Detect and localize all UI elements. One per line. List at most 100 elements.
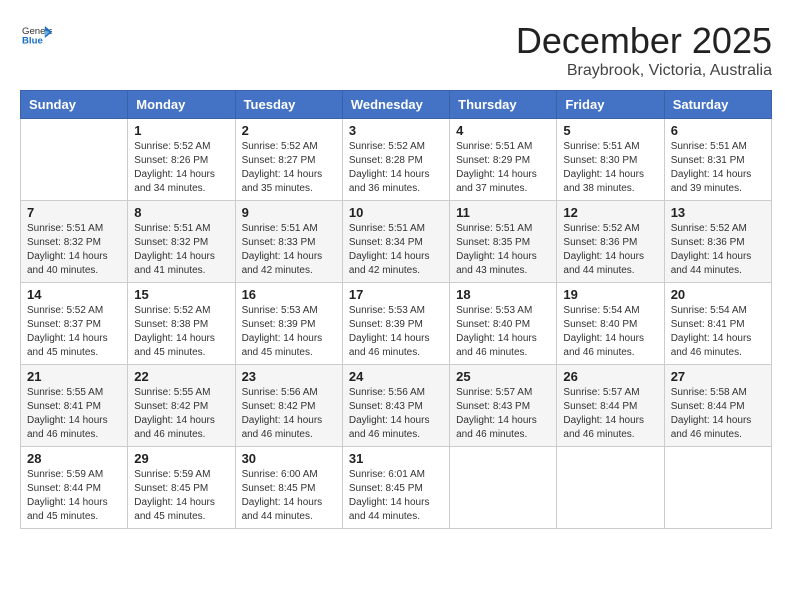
calendar-cell: 11Sunrise: 5:51 AM Sunset: 8:35 PM Dayli… xyxy=(450,201,557,283)
calendar-cell: 2 Sunrise: 5:52 AM Sunset: 8:27 PM Daylig… xyxy=(235,119,342,201)
day-number: 14 xyxy=(27,287,121,302)
weekday-header-row: SundayMondayTuesdayWednesdayThursdayFrid… xyxy=(21,91,772,119)
day-number: 26 xyxy=(563,369,657,384)
calendar-cell xyxy=(664,447,771,529)
day-info: Sunrise: 5:54 AM Sunset: 8:40 PM Dayligh… xyxy=(563,304,657,360)
day-number: 28 xyxy=(27,451,121,466)
day-number: 22 xyxy=(134,369,228,384)
day-number: 9 xyxy=(242,205,336,220)
title-block: December 2025 Braybrook, Victoria, Austr… xyxy=(516,20,772,80)
calendar-cell: 8 Sunrise: 5:51 AM Sunset: 8:32 PM Daylig… xyxy=(128,201,235,283)
day-info: Sunrise: 5:53 AM Sunset: 8:39 PM Dayligh… xyxy=(242,304,336,360)
calendar-cell: 3 Sunrise: 5:52 AM Sunset: 8:28 PM Daylig… xyxy=(342,119,449,201)
day-info: Sunrise: 5:53 AM Sunset: 8:40 PM Dayligh… xyxy=(456,304,550,360)
calendar-cell: 26 Sunrise: 5:57 AM Sunset: 8:44 PM Dayli… xyxy=(557,365,664,447)
day-info: Sunrise: 5:52 AM Sunset: 8:28 PM Dayligh… xyxy=(349,140,443,196)
day-number: 25 xyxy=(456,369,550,384)
calendar-cell: 15 Sunrise: 5:52 AM Sunset: 8:38 PM Dayli… xyxy=(128,283,235,365)
calendar-cell: 21 Sunrise: 5:55 AM Sunset: 8:41 PM Dayli… xyxy=(21,365,128,447)
day-number: 2 xyxy=(242,123,336,138)
logo-icon: General Blue xyxy=(22,20,52,50)
calendar-cell: 6Sunrise: 5:51 AM Sunset: 8:31 PM Daylig… xyxy=(664,119,771,201)
day-info: Sunrise: 5:55 AM Sunset: 8:42 PM Dayligh… xyxy=(134,386,228,442)
day-info: Sunrise: 5:51 AM Sunset: 8:34 PM Dayligh… xyxy=(349,222,443,278)
day-number: 16 xyxy=(242,287,336,302)
week-row-5: 28 Sunrise: 5:59 AM Sunset: 8:44 PM Dayli… xyxy=(21,447,772,529)
day-info: Sunrise: 5:52 AM Sunset: 8:27 PM Dayligh… xyxy=(242,140,336,196)
day-number: 13 xyxy=(671,205,765,220)
weekday-header-saturday: Saturday xyxy=(664,91,771,119)
calendar-cell: 22 Sunrise: 5:55 AM Sunset: 8:42 PM Dayli… xyxy=(128,365,235,447)
calendar-cell: 5Sunrise: 5:51 AM Sunset: 8:30 PM Daylig… xyxy=(557,119,664,201)
day-info: Sunrise: 5:59 AM Sunset: 8:44 PM Dayligh… xyxy=(27,468,121,524)
calendar-cell: 25 Sunrise: 5:57 AM Sunset: 8:43 PM Dayli… xyxy=(450,365,557,447)
calendar-cell: 20 Sunrise: 5:54 AM Sunset: 8:41 PM Dayli… xyxy=(664,283,771,365)
day-number: 21 xyxy=(27,369,121,384)
day-number: 15 xyxy=(134,287,228,302)
month-title: December 2025 xyxy=(516,20,772,62)
calendar-cell: 14 Sunrise: 5:52 AM Sunset: 8:37 PM Dayli… xyxy=(21,283,128,365)
day-info: Sunrise: 5:59 AM Sunset: 8:45 PM Dayligh… xyxy=(134,468,228,524)
calendar-cell xyxy=(21,119,128,201)
calendar-cell: 23Sunrise: 5:56 AM Sunset: 8:42 PM Dayli… xyxy=(235,365,342,447)
calendar-cell: 19 Sunrise: 5:54 AM Sunset: 8:40 PM Dayli… xyxy=(557,283,664,365)
day-number: 24 xyxy=(349,369,443,384)
calendar-cell: 9 Sunrise: 5:51 AM Sunset: 8:33 PM Daylig… xyxy=(235,201,342,283)
day-info: Sunrise: 5:57 AM Sunset: 8:44 PM Dayligh… xyxy=(563,386,657,442)
day-info: Sunrise: 5:52 AM Sunset: 8:37 PM Dayligh… xyxy=(27,304,121,360)
day-number: 20 xyxy=(671,287,765,302)
week-row-1: 1Sunrise: 5:52 AM Sunset: 8:26 PM Daylig… xyxy=(21,119,772,201)
day-info: Sunrise: 5:51 AM Sunset: 8:33 PM Dayligh… xyxy=(242,222,336,278)
day-number: 30 xyxy=(242,451,336,466)
day-number: 12 xyxy=(563,205,657,220)
day-info: Sunrise: 5:53 AM Sunset: 8:39 PM Dayligh… xyxy=(349,304,443,360)
day-info: Sunrise: 5:52 AM Sunset: 8:36 PM Dayligh… xyxy=(563,222,657,278)
day-number: 19 xyxy=(563,287,657,302)
calendar-cell: 31Sunrise: 6:01 AM Sunset: 8:45 PM Dayli… xyxy=(342,447,449,529)
location-subtitle: Braybrook, Victoria, Australia xyxy=(516,62,772,80)
day-info: Sunrise: 5:52 AM Sunset: 8:38 PM Dayligh… xyxy=(134,304,228,360)
calendar-cell: 29 Sunrise: 5:59 AM Sunset: 8:45 PM Dayli… xyxy=(128,447,235,529)
calendar-cell: 4Sunrise: 5:51 AM Sunset: 8:29 PM Daylig… xyxy=(450,119,557,201)
calendar-cell: 10 Sunrise: 5:51 AM Sunset: 8:34 PM Dayli… xyxy=(342,201,449,283)
weekday-header-thursday: Thursday xyxy=(450,91,557,119)
calendar-cell: 18 Sunrise: 5:53 AM Sunset: 8:40 PM Dayli… xyxy=(450,283,557,365)
day-number: 4 xyxy=(456,123,550,138)
calendar-cell xyxy=(450,447,557,529)
day-number: 1 xyxy=(134,123,228,138)
weekday-header-sunday: Sunday xyxy=(21,91,128,119)
day-info: Sunrise: 5:55 AM Sunset: 8:41 PM Dayligh… xyxy=(27,386,121,442)
weekday-header-monday: Monday xyxy=(128,91,235,119)
day-info: Sunrise: 5:54 AM Sunset: 8:41 PM Dayligh… xyxy=(671,304,765,360)
calendar-cell: 30 Sunrise: 6:00 AM Sunset: 8:45 PM Dayli… xyxy=(235,447,342,529)
day-number: 10 xyxy=(349,205,443,220)
day-info: Sunrise: 5:57 AM Sunset: 8:43 PM Dayligh… xyxy=(456,386,550,442)
day-info: Sunrise: 5:51 AM Sunset: 8:35 PM Dayligh… xyxy=(456,222,550,278)
day-number: 5 xyxy=(563,123,657,138)
calendar-cell: 13 Sunrise: 5:52 AM Sunset: 8:36 PM Dayli… xyxy=(664,201,771,283)
day-number: 8 xyxy=(134,205,228,220)
week-row-3: 14 Sunrise: 5:52 AM Sunset: 8:37 PM Dayli… xyxy=(21,283,772,365)
day-number: 6 xyxy=(671,123,765,138)
day-info: Sunrise: 5:58 AM Sunset: 8:44 PM Dayligh… xyxy=(671,386,765,442)
day-number: 27 xyxy=(671,369,765,384)
day-info: Sunrise: 5:51 AM Sunset: 8:32 PM Dayligh… xyxy=(134,222,228,278)
calendar-cell xyxy=(557,447,664,529)
calendar-cell: 24 Sunrise: 5:56 AM Sunset: 8:43 PM Dayli… xyxy=(342,365,449,447)
day-number: 29 xyxy=(134,451,228,466)
calendar-cell: 7Sunrise: 5:51 AM Sunset: 8:32 PM Daylig… xyxy=(21,201,128,283)
svg-text:Blue: Blue xyxy=(22,35,43,46)
weekday-header-wednesday: Wednesday xyxy=(342,91,449,119)
calendar-cell: 16 Sunrise: 5:53 AM Sunset: 8:39 PM Dayli… xyxy=(235,283,342,365)
day-info: Sunrise: 5:52 AM Sunset: 8:36 PM Dayligh… xyxy=(671,222,765,278)
page-header: General Blue December 2025 Braybrook, Vi… xyxy=(20,20,772,80)
day-info: Sunrise: 5:56 AM Sunset: 8:43 PM Dayligh… xyxy=(349,386,443,442)
logo: General Blue xyxy=(20,20,52,55)
day-number: 3 xyxy=(349,123,443,138)
day-info: Sunrise: 5:56 AM Sunset: 8:42 PM Dayligh… xyxy=(242,386,336,442)
day-number: 18 xyxy=(456,287,550,302)
weekday-header-tuesday: Tuesday xyxy=(235,91,342,119)
day-info: Sunrise: 5:51 AM Sunset: 8:32 PM Dayligh… xyxy=(27,222,121,278)
day-info: Sunrise: 6:01 AM Sunset: 8:45 PM Dayligh… xyxy=(349,468,443,524)
day-info: Sunrise: 6:00 AM Sunset: 8:45 PM Dayligh… xyxy=(242,468,336,524)
